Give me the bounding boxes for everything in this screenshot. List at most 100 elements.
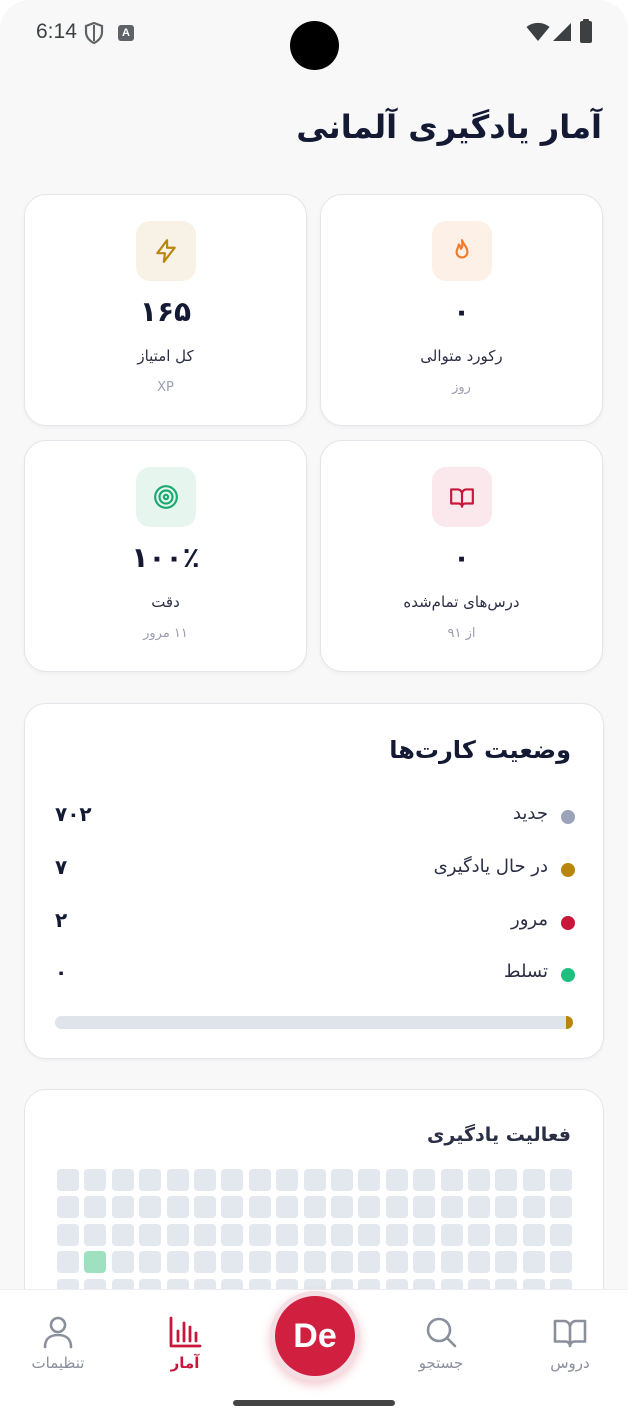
lessons-total: از ۹۱ xyxy=(447,626,476,641)
activity-day-cell xyxy=(440,1223,463,1246)
activity-day-cell xyxy=(495,1223,518,1246)
activity-day-cell xyxy=(522,1196,545,1219)
card-status-row-learning: ۷ در حال یادگیری xyxy=(55,855,575,885)
activity-day-cell xyxy=(522,1169,545,1191)
activity-day-cell xyxy=(385,1196,408,1219)
flame-icon xyxy=(432,221,492,281)
accuracy-reviews: ۱۱ مرور xyxy=(143,626,188,641)
activity-day-cell xyxy=(248,1169,271,1191)
nav-search[interactable]: جستجو xyxy=(391,1314,491,1372)
xp-value: ۱۶۵ xyxy=(139,295,192,328)
activity-day-cell xyxy=(413,1251,436,1274)
activity-day-cell xyxy=(139,1223,162,1246)
status-dot xyxy=(561,916,575,930)
target-icon xyxy=(136,467,196,527)
card-status-row-review: ۲ مرور xyxy=(55,908,575,938)
stat-card-lessons: ۰ درس‌های تمام‌شده از ۹۱ xyxy=(320,440,603,672)
activity-day-cell xyxy=(84,1251,107,1274)
status-dot xyxy=(561,863,575,877)
new-label: جدید xyxy=(512,803,548,824)
activity-day-cell xyxy=(139,1251,162,1274)
card-status-row-mastered: ۰ تسلط xyxy=(55,960,575,990)
activity-day-cell xyxy=(194,1169,216,1191)
activity-day-cell xyxy=(550,1169,573,1191)
app-screen: 6:14 A آمار یادگیری آلمانی ۰ رکورد متوال… xyxy=(0,0,628,1416)
activity-day-cell xyxy=(84,1196,107,1219)
activity-day-cell xyxy=(57,1223,79,1246)
activity-day-cell xyxy=(495,1196,518,1219)
activity-day-cell xyxy=(303,1196,326,1219)
activity-day-cell xyxy=(331,1223,353,1246)
activity-day-cell xyxy=(139,1169,162,1191)
activity-day-cell xyxy=(166,1223,189,1246)
review-label: مرور xyxy=(511,909,548,930)
activity-day-cell xyxy=(550,1251,573,1274)
activity-day-cell xyxy=(413,1196,436,1219)
activity-day-cell xyxy=(303,1223,326,1246)
activity-day-cell xyxy=(221,1169,244,1191)
activity-day-cell xyxy=(248,1251,271,1274)
activity-day-cell xyxy=(358,1169,381,1191)
nav-lessons[interactable]: دروس xyxy=(520,1314,620,1372)
activity-day-cell xyxy=(495,1251,518,1274)
activity-day-cell xyxy=(276,1169,299,1191)
new-count: ۷۰۲ xyxy=(55,802,92,826)
lessons-label: درس‌های تمام‌شده xyxy=(403,593,520,611)
stat-card-streak: ۰ رکورد متوالی روز xyxy=(320,194,603,426)
lightning-icon xyxy=(136,221,196,281)
activity-day-cell xyxy=(248,1223,271,1246)
status-time: 6:14 xyxy=(36,20,77,43)
activity-day-cell xyxy=(413,1223,436,1246)
book-icon xyxy=(553,1319,587,1348)
activity-day-cell xyxy=(111,1196,134,1219)
streak-unit: روز xyxy=(452,380,471,395)
xp-unit: XP xyxy=(157,380,174,395)
activity-day-cell xyxy=(166,1251,189,1274)
activity-day-cell xyxy=(440,1251,463,1274)
activity-day-cell xyxy=(248,1196,271,1219)
activity-day-cell xyxy=(84,1223,107,1246)
activity-day-cell xyxy=(522,1251,545,1274)
nav-lessons-label: دروس xyxy=(550,1354,590,1372)
activity-day-cell xyxy=(358,1251,381,1274)
activity-day-cell xyxy=(468,1251,490,1274)
activity-day-cell xyxy=(276,1196,299,1219)
activity-day-cell xyxy=(166,1169,189,1191)
activity-title: فعالیت یادگیری xyxy=(427,1124,571,1146)
activity-day-cell xyxy=(331,1169,353,1191)
activity-day-cell xyxy=(276,1223,299,1246)
nav-stats[interactable]: آمار xyxy=(135,1314,235,1372)
accuracy-value: ۱۰۰٪ xyxy=(131,541,200,574)
activity-day-cell xyxy=(139,1196,162,1219)
language-fab-button[interactable]: De xyxy=(270,1291,360,1381)
streak-label: رکورد متوالی xyxy=(420,347,503,365)
card-status-progress-bar xyxy=(55,1016,573,1029)
learning-progress-fill xyxy=(566,1016,573,1029)
card-status-row-new: ۷۰۲ جدید xyxy=(55,802,575,832)
learning-count: ۷ xyxy=(55,855,68,879)
mastered-label: تسلط xyxy=(503,961,548,982)
activity-day-cell xyxy=(194,1251,216,1274)
activity-day-cell xyxy=(468,1196,490,1219)
activity-day-cell xyxy=(468,1223,490,1246)
activity-day-cell xyxy=(166,1196,189,1219)
nav-settings[interactable]: تنظیمات xyxy=(8,1314,108,1372)
activity-day-cell xyxy=(194,1196,216,1219)
search-icon xyxy=(426,1317,457,1348)
status-dot xyxy=(561,968,575,982)
activity-day-cell xyxy=(194,1223,216,1246)
nav-stats-label: آمار xyxy=(170,1354,200,1372)
activity-day-cell xyxy=(468,1169,490,1191)
user-icon xyxy=(43,1316,73,1349)
nav-search-label: جستجو xyxy=(418,1354,464,1372)
activity-day-cell xyxy=(331,1251,353,1274)
stat-card-xp: ۱۶۵ کل امتیاز XP xyxy=(24,194,307,426)
activity-day-cell xyxy=(385,1251,408,1274)
battery-icon xyxy=(580,19,592,43)
activity-day-cell xyxy=(276,1251,299,1274)
activity-day-cell xyxy=(440,1196,463,1219)
home-indicator[interactable] xyxy=(233,1400,395,1406)
keyboard-indicator-icon: A xyxy=(118,25,134,41)
bar-chart-icon xyxy=(169,1316,202,1348)
activity-day-cell xyxy=(440,1169,463,1191)
